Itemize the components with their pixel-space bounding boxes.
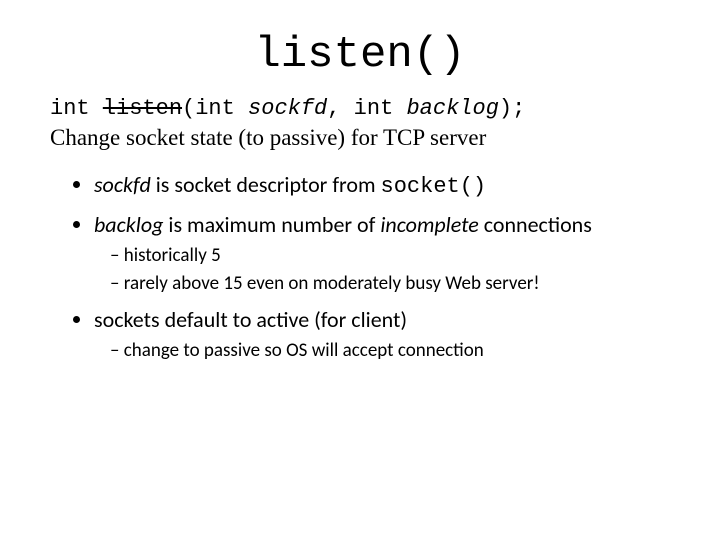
return-type: int <box>50 96 103 121</box>
comma: , <box>327 96 353 121</box>
sub-list: historically 5 rarely above 15 even on m… <box>94 244 670 296</box>
text: sockets default to active (for client) <box>94 306 407 333</box>
list-item: historically 5 <box>110 244 670 268</box>
list-item: sockfd is socket descriptor from socket(… <box>94 171 670 201</box>
term-incomplete: incomplete <box>380 211 478 238</box>
list-item: rarely above 15 even on moderately busy … <box>110 272 670 296</box>
param1-type: int <box>195 96 248 121</box>
function-name-strikethrough: listen <box>103 96 182 121</box>
param1-name: sockfd <box>248 96 327 121</box>
code-socket: socket() <box>381 174 487 199</box>
paren-open: ( <box>182 96 195 121</box>
list-item: sockets default to active (for client) c… <box>94 306 670 363</box>
list-item: change to passive so OS will accept conn… <box>110 339 670 363</box>
sub-list: change to passive so OS will accept conn… <box>94 339 670 363</box>
bullet-list: sockfd is socket descriptor from socket(… <box>50 171 670 363</box>
param2-type: int <box>354 96 407 121</box>
list-item: backlog is maximum number of incomplete … <box>94 211 670 296</box>
slide-title: listen() <box>50 30 670 80</box>
term-sockfd: sockfd <box>94 171 151 198</box>
text: connections <box>479 211 592 238</box>
paren-close: ); <box>499 96 525 121</box>
term-backlog: backlog <box>94 211 163 238</box>
slide-description: Change socket state (to passive) for TCP… <box>50 125 670 151</box>
text: is maximum number of <box>163 211 380 238</box>
param2-name: backlog <box>406 96 498 121</box>
text: is socket descriptor from <box>151 171 381 198</box>
function-signature: int listen(int sockfd, int backlog); <box>50 96 670 121</box>
